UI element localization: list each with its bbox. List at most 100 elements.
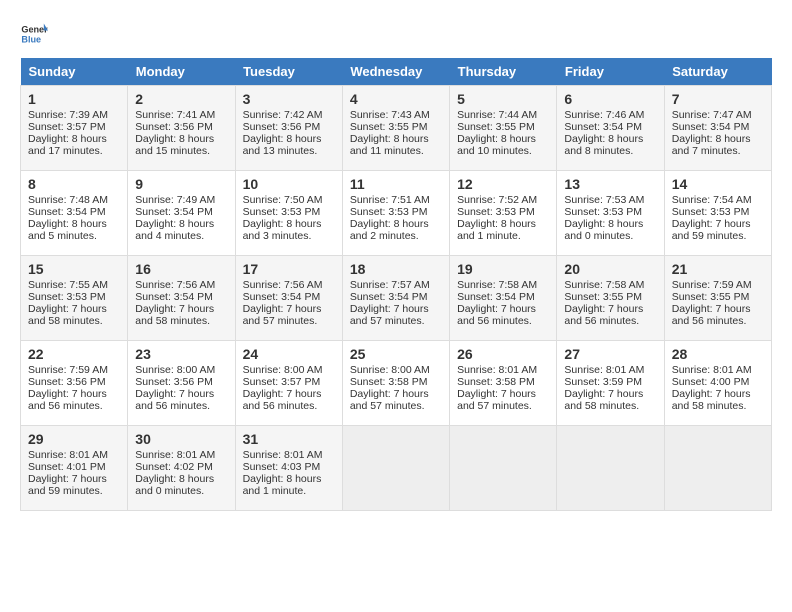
day-number: 13 bbox=[564, 176, 656, 192]
day-info-line: Sunset: 3:59 PM bbox=[564, 376, 656, 388]
day-info-line: Sunset: 3:53 PM bbox=[457, 206, 549, 218]
logo: General Blue bbox=[20, 20, 52, 48]
day-info-line: Daylight: 8 hours bbox=[564, 133, 656, 145]
week-row-3: 15Sunrise: 7:55 AMSunset: 3:53 PMDayligh… bbox=[21, 256, 772, 341]
day-info-line: Sunrise: 7:58 AM bbox=[457, 279, 549, 291]
day-info-line: Daylight: 7 hours bbox=[672, 303, 764, 315]
day-number: 23 bbox=[135, 346, 227, 362]
day-info-line: and 5 minutes. bbox=[28, 230, 120, 242]
day-info-line: Sunrise: 8:00 AM bbox=[350, 364, 442, 376]
day-info-line: Sunrise: 7:44 AM bbox=[457, 109, 549, 121]
day-info-line: Sunrise: 7:56 AM bbox=[135, 279, 227, 291]
calendar-cell: 22Sunrise: 7:59 AMSunset: 3:56 PMDayligh… bbox=[21, 341, 128, 426]
day-number: 25 bbox=[350, 346, 442, 362]
day-info-line: Daylight: 7 hours bbox=[243, 303, 335, 315]
day-info-line: Sunrise: 7:46 AM bbox=[564, 109, 656, 121]
day-info-line: Daylight: 8 hours bbox=[350, 218, 442, 230]
day-info-line: Daylight: 7 hours bbox=[135, 388, 227, 400]
day-number: 24 bbox=[243, 346, 335, 362]
day-info-line: Sunrise: 8:00 AM bbox=[243, 364, 335, 376]
day-info-line: and 59 minutes. bbox=[672, 230, 764, 242]
calendar-cell: 4Sunrise: 7:43 AMSunset: 3:55 PMDaylight… bbox=[342, 86, 449, 171]
day-info-line: Sunrise: 7:39 AM bbox=[28, 109, 120, 121]
day-info-line: and 8 minutes. bbox=[564, 145, 656, 157]
calendar-cell: 19Sunrise: 7:58 AMSunset: 3:54 PMDayligh… bbox=[450, 256, 557, 341]
day-info-line: Daylight: 7 hours bbox=[28, 303, 120, 315]
day-info-line: Daylight: 7 hours bbox=[243, 388, 335, 400]
day-info-line: and 57 minutes. bbox=[350, 400, 442, 412]
calendar-cell: 15Sunrise: 7:55 AMSunset: 3:53 PMDayligh… bbox=[21, 256, 128, 341]
day-number: 20 bbox=[564, 261, 656, 277]
day-info-line: Sunrise: 7:55 AM bbox=[28, 279, 120, 291]
calendar-cell: 16Sunrise: 7:56 AMSunset: 3:54 PMDayligh… bbox=[128, 256, 235, 341]
day-number: 6 bbox=[564, 91, 656, 107]
day-info-line: Daylight: 7 hours bbox=[457, 303, 549, 315]
day-info-line: Sunrise: 7:47 AM bbox=[672, 109, 764, 121]
calendar-cell bbox=[450, 426, 557, 511]
day-number: 14 bbox=[672, 176, 764, 192]
day-info-line: Sunset: 4:02 PM bbox=[135, 461, 227, 473]
day-info-line: Daylight: 8 hours bbox=[457, 218, 549, 230]
calendar-cell: 30Sunrise: 8:01 AMSunset: 4:02 PMDayligh… bbox=[128, 426, 235, 511]
calendar-cell: 14Sunrise: 7:54 AMSunset: 3:53 PMDayligh… bbox=[664, 171, 771, 256]
calendar-cell: 26Sunrise: 8:01 AMSunset: 3:58 PMDayligh… bbox=[450, 341, 557, 426]
day-info-line: Daylight: 7 hours bbox=[457, 388, 549, 400]
day-info-line: Daylight: 8 hours bbox=[672, 133, 764, 145]
day-info-line: and 11 minutes. bbox=[350, 145, 442, 157]
day-info-line: Sunset: 3:56 PM bbox=[135, 376, 227, 388]
day-info-line: and 56 minutes. bbox=[672, 315, 764, 327]
day-info-line: Sunset: 3:56 PM bbox=[243, 121, 335, 133]
week-row-1: 1Sunrise: 7:39 AMSunset: 3:57 PMDaylight… bbox=[21, 86, 772, 171]
day-number: 5 bbox=[457, 91, 549, 107]
day-info-line: Sunset: 3:53 PM bbox=[243, 206, 335, 218]
calendar-cell bbox=[664, 426, 771, 511]
day-info-line: Daylight: 8 hours bbox=[457, 133, 549, 145]
page-header: General Blue bbox=[20, 20, 772, 48]
day-info-line: Daylight: 8 hours bbox=[135, 133, 227, 145]
day-number: 29 bbox=[28, 431, 120, 447]
day-info-line: and 3 minutes. bbox=[243, 230, 335, 242]
day-info-line: Sunset: 3:54 PM bbox=[350, 291, 442, 303]
day-info-line: Sunset: 4:01 PM bbox=[28, 461, 120, 473]
day-info-line: Sunset: 3:56 PM bbox=[135, 121, 227, 133]
day-info-line: Sunrise: 8:01 AM bbox=[564, 364, 656, 376]
day-info-line: Sunset: 3:54 PM bbox=[243, 291, 335, 303]
day-number: 19 bbox=[457, 261, 549, 277]
day-info-line: Sunrise: 8:01 AM bbox=[28, 449, 120, 461]
day-info-line: and 13 minutes. bbox=[243, 145, 335, 157]
day-number: 8 bbox=[28, 176, 120, 192]
day-number: 31 bbox=[243, 431, 335, 447]
calendar-cell: 2Sunrise: 7:41 AMSunset: 3:56 PMDaylight… bbox=[128, 86, 235, 171]
calendar-cell bbox=[557, 426, 664, 511]
day-info-line: and 57 minutes. bbox=[243, 315, 335, 327]
calendar-cell: 13Sunrise: 7:53 AMSunset: 3:53 PMDayligh… bbox=[557, 171, 664, 256]
day-info-line: Sunrise: 7:50 AM bbox=[243, 194, 335, 206]
day-info-line: Daylight: 8 hours bbox=[243, 218, 335, 230]
day-info-line: Daylight: 7 hours bbox=[672, 388, 764, 400]
col-header-tuesday: Tuesday bbox=[235, 58, 342, 86]
day-info-line: Sunset: 3:55 PM bbox=[672, 291, 764, 303]
calendar-cell: 24Sunrise: 8:00 AMSunset: 3:57 PMDayligh… bbox=[235, 341, 342, 426]
day-info-line: Daylight: 8 hours bbox=[243, 473, 335, 485]
day-info-line: Daylight: 8 hours bbox=[243, 133, 335, 145]
calendar-cell: 3 Sunrise: 7:42 AMSunset: 3:56 PMDaylight… bbox=[235, 86, 342, 171]
day-info-line: and 7 minutes. bbox=[672, 145, 764, 157]
day-number: 4 bbox=[350, 91, 442, 107]
day-info-line: Daylight: 7 hours bbox=[28, 388, 120, 400]
logo-icon: General Blue bbox=[20, 20, 48, 48]
day-number: 30 bbox=[135, 431, 227, 447]
day-info-line: Sunrise: 8:00 AM bbox=[135, 364, 227, 376]
day-info-line: Sunrise: 7:42 AM bbox=[243, 109, 335, 121]
day-info-line: Sunrise: 7:54 AM bbox=[672, 194, 764, 206]
day-number: 15 bbox=[28, 261, 120, 277]
calendar-cell: 7Sunrise: 7:47 AMSunset: 3:54 PMDaylight… bbox=[664, 86, 771, 171]
day-info-line: and 2 minutes. bbox=[350, 230, 442, 242]
day-info-line: and 0 minutes. bbox=[135, 485, 227, 497]
week-row-5: 29 Sunrise: 8:01 AMSunset: 4:01 PM Dayligh… bbox=[21, 426, 772, 511]
day-number: 3 bbox=[243, 91, 335, 107]
day-info-line: and 57 minutes. bbox=[457, 400, 549, 412]
day-number: 10 bbox=[243, 176, 335, 192]
calendar-table: SundayMondayTuesdayWednesdayThursdayFrid… bbox=[20, 58, 772, 511]
day-info-line: Sunset: 3:53 PM bbox=[564, 206, 656, 218]
calendar-cell: 23 Sunrise: 8:00 AMSunset: 3:56 PMDayligh… bbox=[128, 341, 235, 426]
